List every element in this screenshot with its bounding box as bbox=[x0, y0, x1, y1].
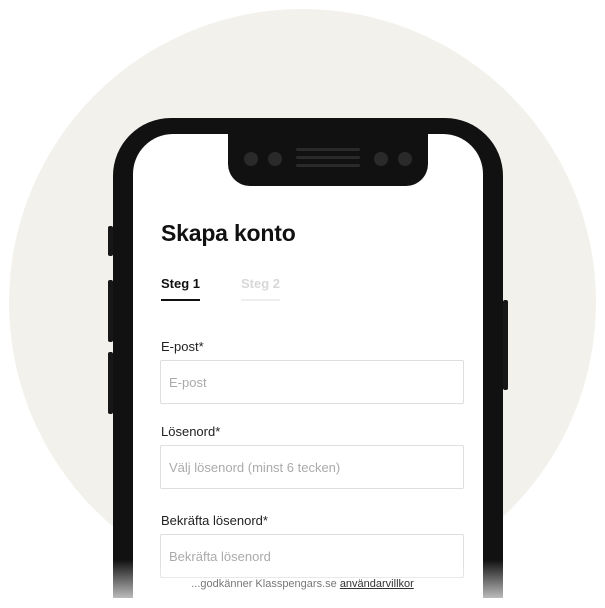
speaker-grille-icon bbox=[296, 164, 360, 167]
email-field[interactable] bbox=[160, 360, 464, 404]
phone-volume-down-button bbox=[108, 352, 113, 414]
confirm-password-label: Bekräfta lösenord* bbox=[161, 513, 268, 528]
terms-link[interactable]: användarvillkor bbox=[340, 578, 414, 590]
camera-icon bbox=[268, 152, 282, 166]
phone-volume-up-button bbox=[108, 280, 113, 342]
tab-step-2[interactable]: Steg 2 bbox=[241, 276, 281, 301]
speaker-grille-icon bbox=[296, 156, 360, 159]
password-field[interactable] bbox=[160, 445, 464, 489]
speaker-grille-icon bbox=[296, 148, 360, 151]
sensor-icon bbox=[374, 152, 388, 166]
password-label: Lösenord* bbox=[161, 424, 221, 439]
email-label: E-post* bbox=[161, 339, 204, 354]
phone-power-button bbox=[503, 300, 508, 390]
phone-frame: Skapa konto Steg 1 Steg 2 E-post* Löseno… bbox=[108, 118, 508, 604]
terms-text: ...godkänner Klasspengars.se användarvil… bbox=[0, 578, 605, 590]
phone-notch bbox=[228, 134, 428, 186]
phone-screen: Skapa konto Steg 1 Steg 2 E-post* Löseno… bbox=[133, 134, 483, 604]
phone-mute-button bbox=[108, 226, 113, 256]
tab-step-1[interactable]: Steg 1 bbox=[161, 276, 201, 301]
page-title: Skapa konto bbox=[161, 220, 296, 246]
confirm-password-field[interactable] bbox=[160, 534, 464, 578]
terms-prefix: ...godkänner Klasspengars.se bbox=[191, 578, 337, 590]
sensor-icon bbox=[244, 152, 258, 166]
camera-icon bbox=[398, 152, 412, 166]
